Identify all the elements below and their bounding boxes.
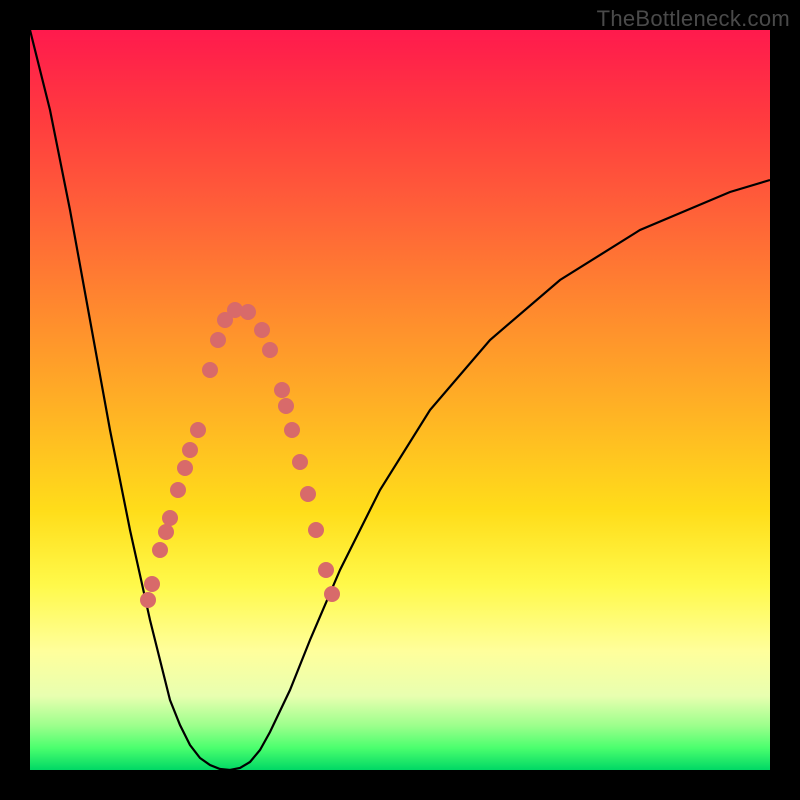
marker-dot [308,522,324,538]
curve-right-path [230,180,770,770]
marker-group [140,302,340,608]
chart-plot-area [30,30,770,770]
marker-dot [144,576,160,592]
marker-dot [140,592,156,608]
marker-dot [318,562,334,578]
marker-dot [162,510,178,526]
marker-dot [240,304,256,320]
marker-dot [278,398,294,414]
chart-frame: TheBottleneck.com [0,0,800,800]
marker-dot [202,362,218,378]
marker-dot [210,332,226,348]
marker-dot [262,342,278,358]
marker-dot [177,460,193,476]
marker-dot [274,382,290,398]
chart-svg [30,30,770,770]
marker-dot [284,422,300,438]
marker-dot [152,542,168,558]
curve-left-path [30,30,230,770]
marker-dot [254,322,270,338]
marker-dot [292,454,308,470]
marker-dot [190,422,206,438]
watermark-text: TheBottleneck.com [597,6,790,32]
marker-dot [170,482,186,498]
marker-dot [300,486,316,502]
marker-dot [158,524,174,540]
marker-dot [182,442,198,458]
marker-dot [324,586,340,602]
